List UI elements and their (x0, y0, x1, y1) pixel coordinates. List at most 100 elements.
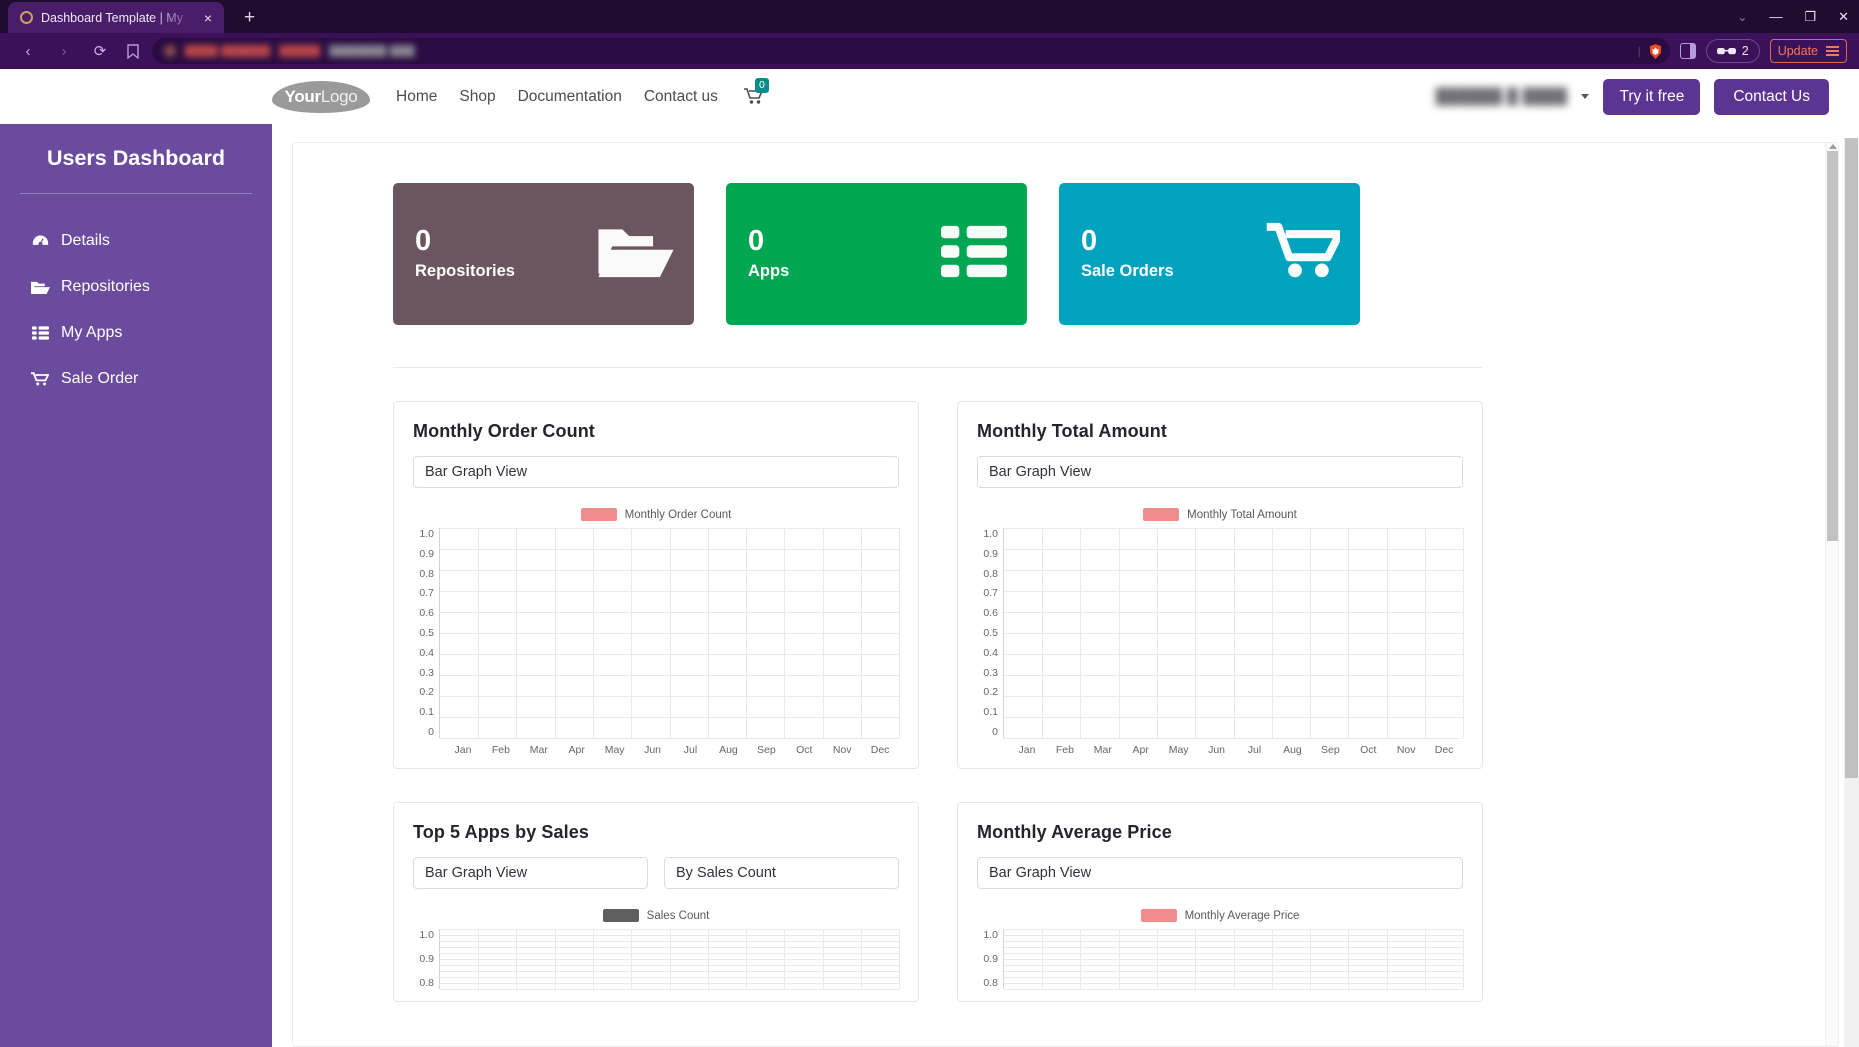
graph-view-select[interactable]: Bar Graph View (977, 857, 1463, 889)
x-tick: May (604, 744, 625, 756)
chart-plot: 1.0 0.9 0.8 0.7 0.6 0.5 0.4 0.3 0.2 0.1 … (413, 528, 900, 739)
y-tick: 0.1 (419, 706, 434, 719)
x-tick: Dec (870, 744, 890, 756)
open-folder-icon (30, 280, 50, 295)
x-tick: Apr (568, 744, 585, 756)
graph-view-select[interactable]: Bar Graph View (413, 857, 648, 889)
tab-title: Dashboard Template | My (41, 10, 183, 25)
chart-panel-monthly-order-count: Monthly Order Count Bar Graph View Month… (393, 401, 919, 769)
site-nav-right: ██████ █ ████ Try it free Contact Us (1436, 78, 1829, 115)
x-tick: Sep (756, 744, 776, 756)
new-tab-button[interactable]: + (238, 7, 261, 29)
legend-label: Sales Count (646, 909, 710, 922)
browser-tab[interactable]: Dashboard Template | My × (8, 2, 224, 33)
y-tick: 0.8 (983, 977, 998, 989)
bookmark-icon[interactable] (118, 43, 148, 59)
chart-grid (1003, 528, 1464, 739)
panel-controls: Bar Graph View (977, 456, 1463, 488)
web-page: Your Logo Home Shop Documentation Contact… (0, 69, 1859, 1047)
y-tick: 1.0 (419, 929, 434, 941)
scroll-up-arrow-icon[interactable] (1829, 144, 1837, 149)
panel-controls: Bar Graph View By Sales Count (413, 857, 899, 889)
side-panel-icon[interactable] (1679, 43, 1696, 59)
hamburger-menu-icon[interactable] (1826, 46, 1839, 56)
address-bar[interactable]: ████ ██████ █████ ███████.███ | (152, 38, 1670, 64)
restore-icon[interactable]: ❐ (1804, 10, 1816, 23)
forward-icon[interactable]: › (46, 37, 82, 65)
sidebar-item-repositories[interactable]: Repositories (0, 264, 272, 310)
reload-icon[interactable]: ⟳ (82, 37, 118, 65)
window-scrollbar-thumb[interactable] (1845, 138, 1858, 778)
scrollbar-thumb[interactable] (1827, 151, 1838, 541)
left-sidebar: Users Dashboard Details Repositories My … (0, 124, 272, 1047)
try-it-free-button[interactable]: Try it free (1603, 78, 1701, 115)
sidebar-item-sale-order[interactable]: Sale Order (0, 356, 272, 402)
chart-legend: Sales Count (413, 909, 899, 922)
graph-view-select[interactable]: Bar Graph View (977, 456, 1463, 488)
window-controls: ⌄ — ❐ ✕ (1737, 0, 1849, 33)
stat-card-apps[interactable]: 0 Apps (726, 183, 1027, 325)
y-tick: 0.8 (419, 567, 434, 580)
y-tick: 0.4 (983, 646, 998, 659)
stat-card-row: 0 Repositories 0 Apps 0 Sale Orders (393, 183, 1778, 325)
sidebar-item-my-apps[interactable]: My Apps (0, 310, 272, 356)
x-tick: Jun (1208, 744, 1226, 756)
y-tick: 0.8 (419, 977, 434, 989)
y-tick: 0.3 (419, 666, 434, 679)
tab-strip: Dashboard Template | My × + ⌄ — ❐ ✕ (0, 0, 1859, 33)
y-tick: 0.2 (983, 686, 998, 699)
stat-card-repositories[interactable]: 0 Repositories (393, 183, 694, 325)
y-tick: 0.3 (983, 666, 998, 679)
nav-link-contact-us[interactable]: Contact us (644, 88, 718, 106)
y-tick: 0.5 (419, 626, 434, 639)
shopping-cart-icon (1266, 222, 1344, 286)
window-scrollbar[interactable] (1844, 138, 1859, 1047)
x-tick: Dec (1434, 744, 1454, 756)
y-tick: 1.0 (983, 528, 998, 540)
minimize-icon[interactable]: — (1769, 10, 1782, 23)
panel-title: Monthly Average Price (977, 822, 1172, 842)
nav-link-documentation[interactable]: Documentation (518, 88, 622, 106)
shopping-cart-icon (30, 371, 50, 387)
y-axis-ticks: 1.0 0.9 0.8 0.7 0.6 0.5 0.4 0.3 0.2 0.1 … (413, 528, 439, 738)
chevron-down-icon[interactable] (1581, 94, 1590, 99)
brave-rewards-icon (1716, 47, 1736, 54)
y-tick: 0 (992, 725, 998, 738)
user-name-label[interactable]: ██████ █ ████ (1436, 88, 1568, 105)
site-logo[interactable]: Your Logo (272, 80, 370, 113)
x-tick: Oct (796, 744, 813, 756)
close-icon[interactable]: × (200, 9, 216, 27)
y-tick: 1.0 (983, 929, 998, 941)
sidebar-item-label: My Apps (61, 324, 123, 341)
close-window-icon[interactable]: ✕ (1838, 10, 1849, 23)
content-scrollbar[interactable] (1825, 143, 1838, 1046)
nav-link-home[interactable]: Home (396, 88, 437, 106)
x-tick: Oct (1360, 744, 1377, 756)
back-icon[interactable]: ‹ (10, 37, 46, 65)
chevron-down-icon[interactable]: ⌄ (1737, 11, 1747, 23)
stat-card-sale-orders[interactable]: 0 Sale Orders (1059, 183, 1360, 325)
sidebar-item-label: Details (61, 232, 110, 249)
legend-label: Monthly Average Price (1184, 909, 1300, 922)
sort-by-select[interactable]: By Sales Count (664, 857, 899, 889)
chart-row-2: Top 5 Apps by Sales Bar Graph View By Sa… (393, 802, 1778, 1002)
legend-swatch (602, 909, 639, 922)
loading-spinner-icon (20, 11, 33, 24)
site-navbar: Your Logo Home Shop Documentation Contact… (0, 69, 1859, 124)
panel-title: Top 5 Apps by Sales (413, 822, 589, 842)
site-favicon (164, 45, 176, 57)
shields-counter[interactable]: 2 (1705, 39, 1760, 63)
graph-view-select[interactable]: Bar Graph View (413, 456, 899, 488)
section-divider (393, 367, 1482, 368)
chart-plot: 1.0 0.9 0.8 (977, 929, 1464, 990)
update-button[interactable]: Update (1769, 39, 1847, 63)
brave-shields-icon[interactable] (1647, 43, 1664, 60)
nav-link-shop[interactable]: Shop (459, 88, 495, 106)
sidebar-item-label: Sale Order (61, 370, 139, 387)
x-tick: Jan (454, 744, 472, 756)
contact-us-button[interactable]: Contact Us (1714, 78, 1829, 115)
y-tick: 0.7 (983, 587, 998, 600)
cart-button[interactable]: 0 (743, 78, 769, 105)
sidebar-item-details[interactable]: Details (0, 218, 272, 264)
legend-label: Monthly Total Amount (1187, 508, 1297, 521)
